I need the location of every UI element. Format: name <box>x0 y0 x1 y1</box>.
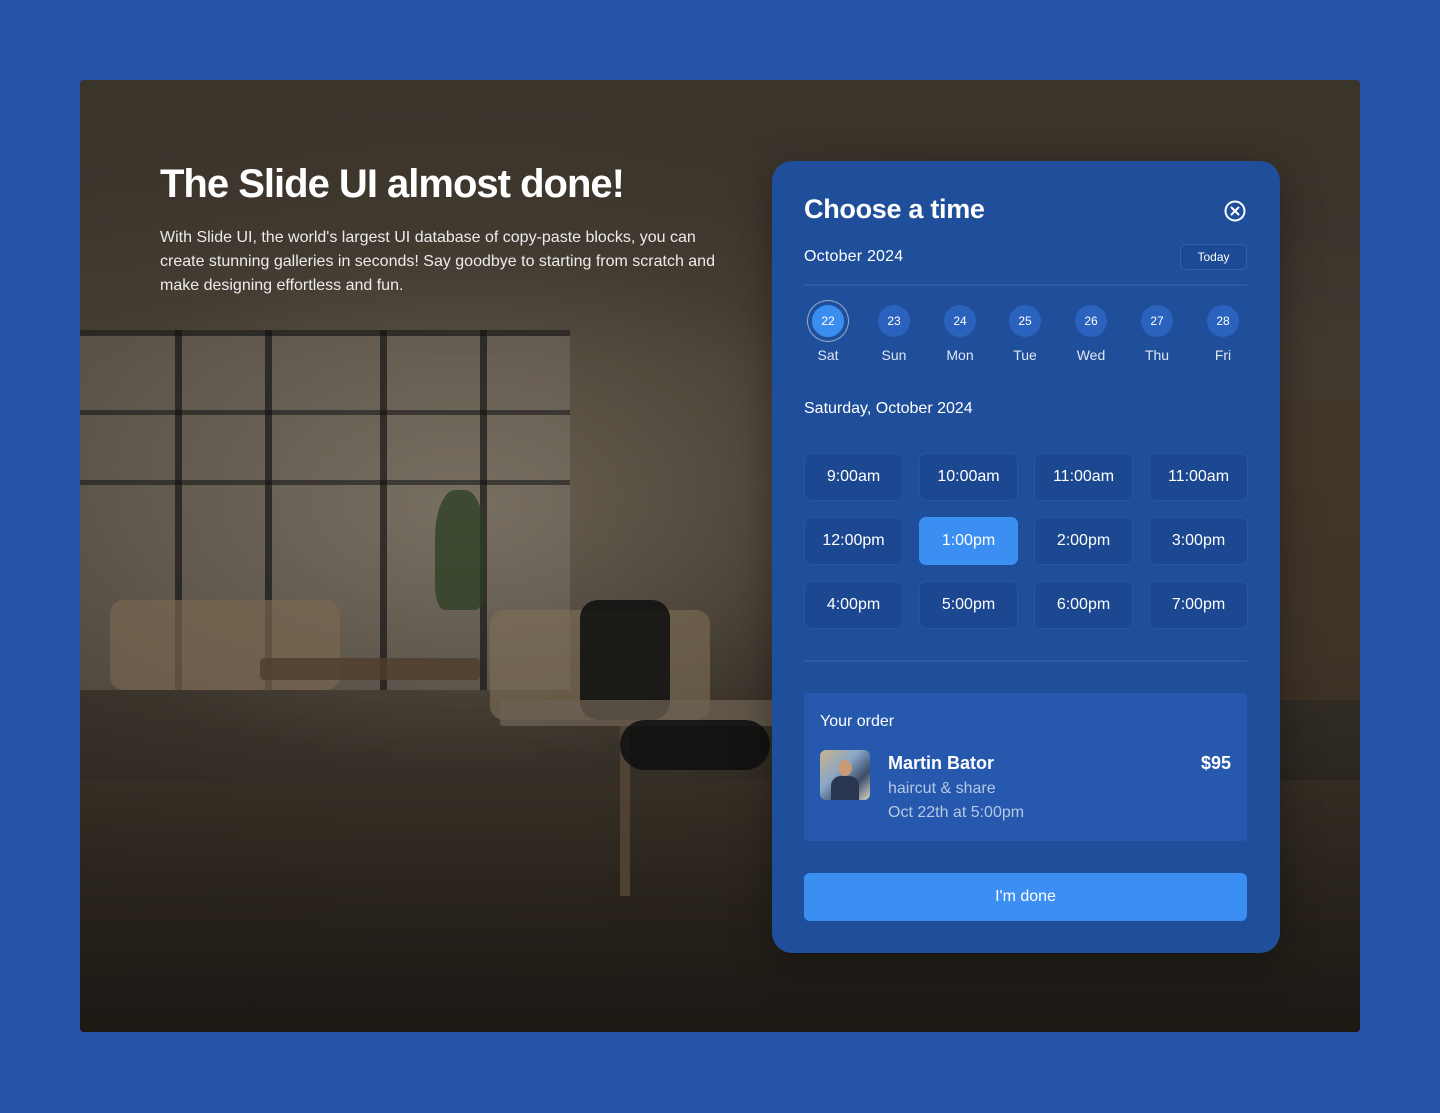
order-service: haircut & share <box>888 780 996 797</box>
order-price: $95 <box>1200 753 1231 773</box>
day-number: 23 <box>878 305 910 337</box>
booking-title: Choose a time <box>804 194 985 224</box>
hero-headline: The Slide UI almost done! <box>160 162 625 206</box>
avatar-head <box>838 760 852 776</box>
day-number: 26 <box>1075 305 1107 337</box>
done-button[interactable]: I'm done <box>804 873 1247 921</box>
time-slot[interactable]: 12:00pm <box>804 517 903 565</box>
divider <box>804 284 1247 286</box>
day-option[interactable]: 28 Fri <box>1199 301 1247 371</box>
day-number: 25 <box>1009 305 1041 337</box>
day-name: Wed <box>1076 347 1106 363</box>
day-option[interactable]: 22 Sat <box>804 301 852 371</box>
day-name: Sat <box>817 347 839 363</box>
day-name: Thu <box>1144 347 1170 363</box>
avatar <box>820 750 870 800</box>
day-name: Fri <box>1214 347 1232 363</box>
day-option[interactable]: 27 Thu <box>1133 301 1181 371</box>
hero-intro-text: With Slide UI, the world's largest UI da… <box>160 229 715 294</box>
time-slot[interactable]: 6:00pm <box>1034 581 1133 629</box>
time-slot[interactable]: 3:00pm <box>1149 517 1248 565</box>
day-option[interactable]: 25 Tue <box>1001 301 1049 371</box>
time-slot[interactable]: 11:00am <box>1034 453 1133 501</box>
order-customer-name: Martin Bator <box>888 753 995 773</box>
day-number: 27 <box>1141 305 1173 337</box>
time-slot[interactable]: 2:00pm <box>1034 517 1133 565</box>
order-datetime: Oct 22th at 5:00pm <box>888 804 1025 821</box>
time-slot[interactable]: 10:00am <box>919 453 1018 501</box>
day-number: 22 <box>808 301 848 341</box>
day-name: Sun <box>881 347 907 363</box>
time-slot[interactable]: 11:00am <box>1149 453 1248 501</box>
time-slot[interactable]: 7:00pm <box>1149 581 1248 629</box>
time-slot[interactable]: 9:00am <box>804 453 903 501</box>
avatar-body <box>831 776 859 800</box>
day-name: Mon <box>946 347 974 363</box>
day-option[interactable]: 23 Sun <box>870 301 918 371</box>
day-number: 28 <box>1207 305 1239 337</box>
booking-card: Choose a time October 2024 Today 22 Sat … <box>772 161 1280 953</box>
time-slot-selected[interactable]: 1:00pm <box>919 517 1018 565</box>
order-summary: Your order Martin Bator haircut & share … <box>804 693 1247 841</box>
day-option[interactable]: 26 Wed <box>1067 301 1115 371</box>
day-option[interactable]: 24 Mon <box>936 301 984 371</box>
divider <box>804 660 1247 662</box>
close-circle-icon[interactable] <box>1223 199 1247 223</box>
day-number: 24 <box>944 305 976 337</box>
day-name: Tue <box>1013 347 1037 363</box>
month-label: October 2024 <box>804 248 904 265</box>
time-slot[interactable]: 4:00pm <box>804 581 903 629</box>
today-button[interactable]: Today <box>1180 244 1247 270</box>
selected-date-heading: Saturday, October 2024 <box>804 400 973 417</box>
time-slot[interactable]: 5:00pm <box>919 581 1018 629</box>
day-picker: 22 Sat 23 Sun 24 Mon 25 Tue 26 Wed 27 Th… <box>804 301 1247 371</box>
order-label: Your order <box>820 713 895 730</box>
